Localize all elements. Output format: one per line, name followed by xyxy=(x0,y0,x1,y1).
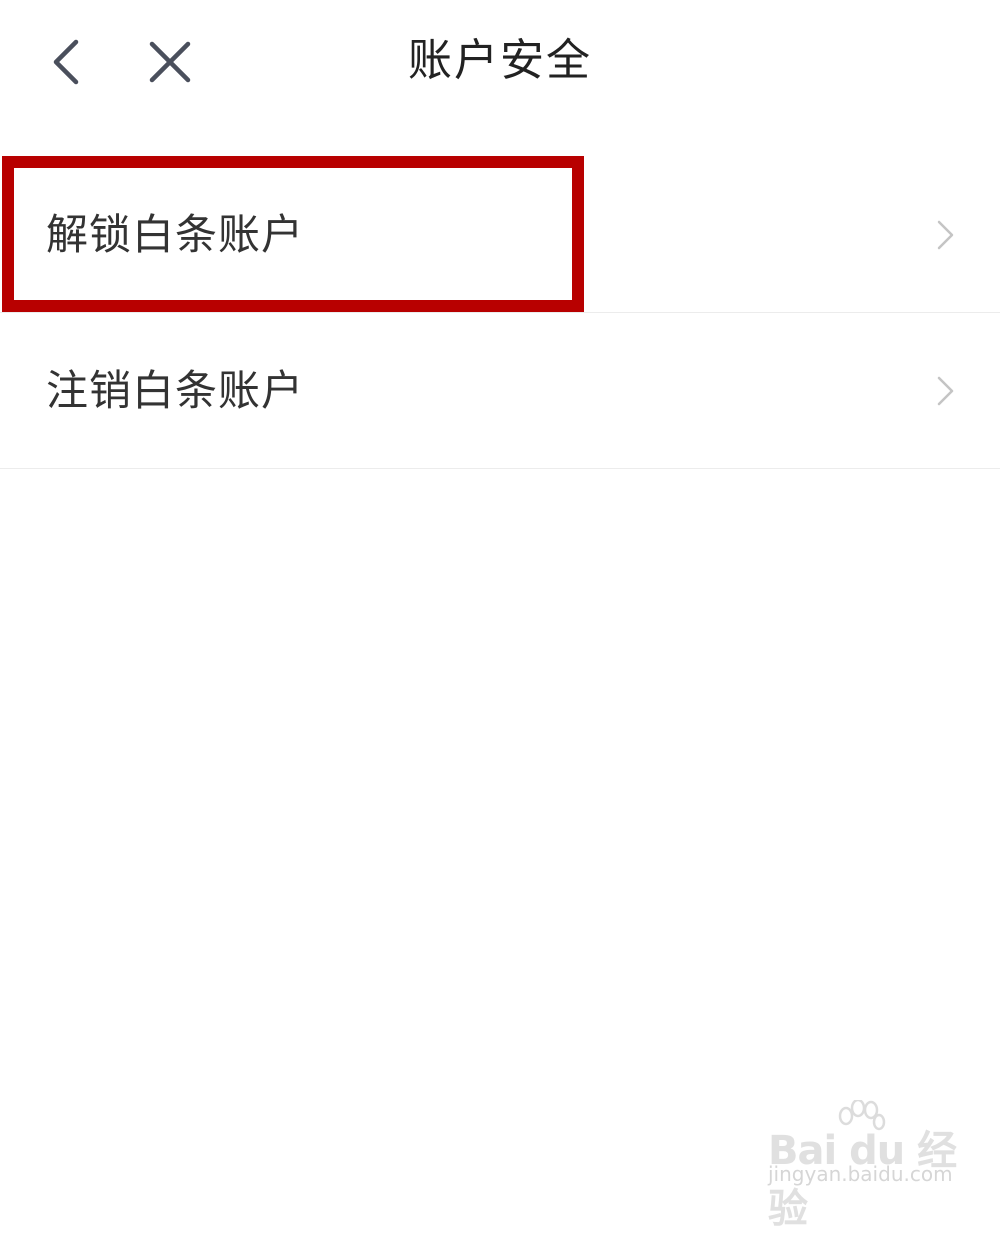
menu-item-label: 解锁白条账户 xyxy=(46,210,305,259)
paw-logo-icon xyxy=(838,1100,886,1131)
baidu-jingyan-watermark: Bai du 经验 jingyan.baidu.com xyxy=(764,1100,964,1232)
menu-item-cancel-account[interactable]: 注销白条账户 xyxy=(0,312,1000,469)
navigation-bar: 账户安全 xyxy=(0,0,1000,122)
page-title: 账户安全 xyxy=(408,35,592,86)
menu-item-unlock-account[interactable]: 解锁白条账户 xyxy=(0,157,1000,312)
menu-item-label: 注销白条账户 xyxy=(46,366,305,415)
menu-list: 解锁白条账户 注销白条账户 xyxy=(0,157,1000,469)
chevron-right-icon xyxy=(937,220,954,250)
watermark-url: jingyan.baidu.com xyxy=(768,1162,953,1186)
watermark-logo: Bai du 经验 xyxy=(768,1128,957,1232)
chevron-right-icon xyxy=(937,376,954,406)
